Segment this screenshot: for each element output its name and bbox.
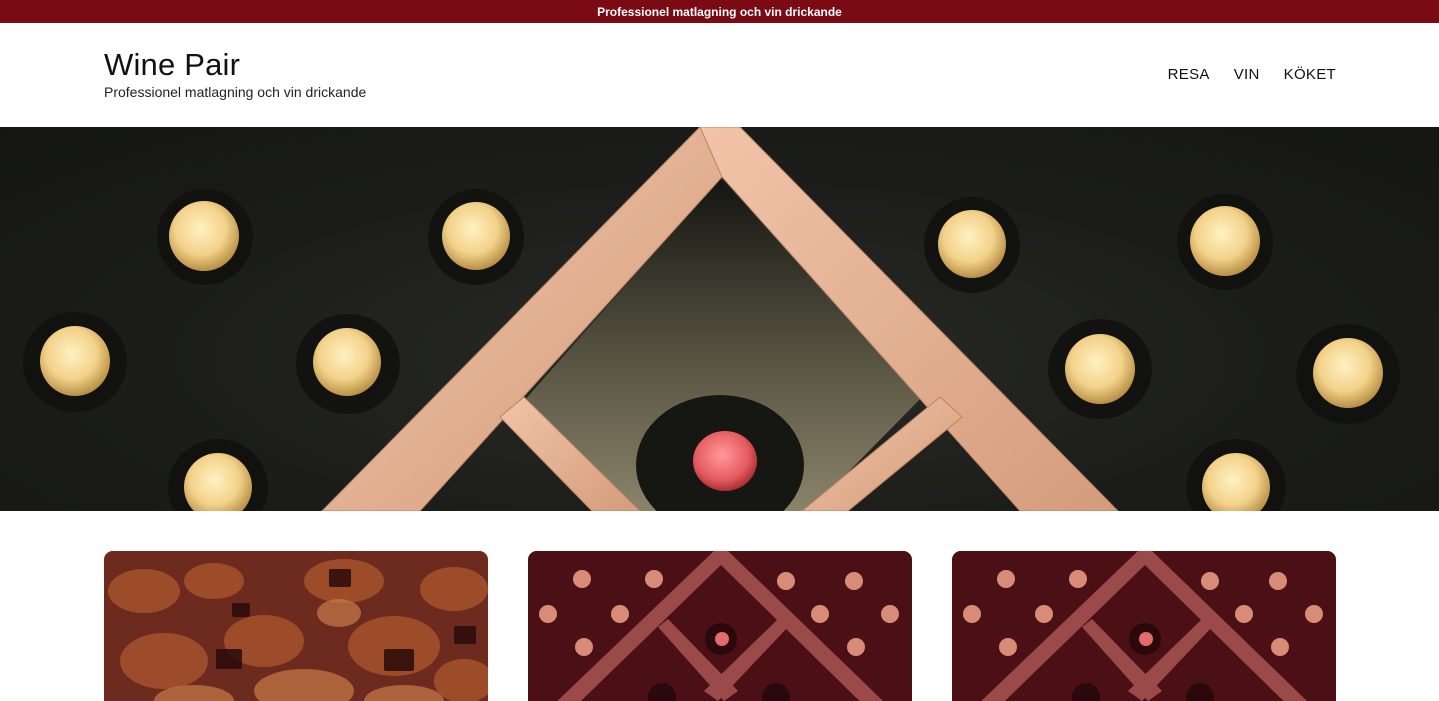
site-tagline: Professionel matlagning och vin drickand… [104, 84, 367, 100]
wine-rack-photo [23, 127, 1400, 511]
wine-rack-image [952, 551, 1336, 701]
wine-rack-image [528, 551, 912, 701]
hero-image [0, 127, 1439, 511]
nav-item-vin[interactable]: VIN [1234, 66, 1260, 83]
article-card-wine-rack-2[interactable] [952, 551, 1336, 701]
nav-item-koket[interactable]: KÖKET [1284, 66, 1336, 83]
article-card-pastries[interactable] [104, 551, 488, 701]
article-card-wine-rack-1[interactable] [528, 551, 912, 701]
announcement-bar: Professionel matlagning och vin drickand… [0, 0, 1439, 23]
main-nav: RESA VIN KÖKET [1168, 66, 1336, 83]
pastries-image [104, 551, 488, 701]
site-title[interactable]: Wine Pair [104, 47, 366, 83]
nav-item-resa[interactable]: RESA [1168, 66, 1210, 83]
article-cards [104, 551, 1336, 701]
brand[interactable]: Wine Pair Professionel matlagning och vi… [104, 47, 366, 100]
announcement-text: Professionel matlagning och vin drickand… [597, 4, 842, 19]
site-header: Wine Pair Professionel matlagning och vi… [0, 23, 1439, 127]
